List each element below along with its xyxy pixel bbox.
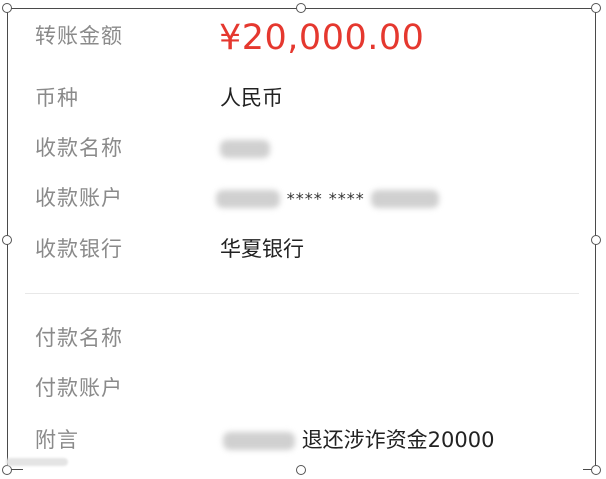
- resize-handle-top-middle[interactable]: [296, 3, 306, 13]
- resize-handle-middle-right[interactable]: [591, 235, 601, 245]
- payee-account-redacted-prefix: [216, 190, 280, 208]
- payee-account-masked: **** ****: [286, 189, 365, 208]
- transfer-details-panel: 转账金额 ¥20,000.00 币种 人民币 收款名称 收款账户 **** **…: [23, 9, 583, 470]
- payee-name-label: 收款名称: [35, 136, 123, 160]
- memo-row: 附言 退还涉诈资金20000: [23, 420, 583, 460]
- payee-account-label: 收款账户: [35, 186, 123, 210]
- section-divider: [25, 293, 579, 294]
- currency-row: 币种 人民币: [23, 78, 583, 118]
- payee-bank-label: 收款银行: [35, 237, 123, 261]
- memo-value: 退还涉诈资金20000: [301, 428, 495, 452]
- payee-account-value: **** ****: [216, 178, 440, 218]
- resize-handle-bottom-middle[interactable]: [296, 465, 306, 475]
- payee-name-value: [220, 128, 270, 168]
- payee-account-row: 收款账户 **** ****: [23, 178, 583, 218]
- screenshot-frame: 转账金额 ¥20,000.00 币种 人民币 收款名称 收款账户 **** **…: [7, 8, 596, 470]
- payee-name-redacted: [220, 140, 270, 158]
- memo-label: 附言: [35, 428, 79, 452]
- resize-handle-bottom-right[interactable]: [591, 465, 601, 475]
- currency-value: 人民币: [220, 86, 283, 110]
- memo-redacted: [223, 432, 295, 450]
- payer-name-label: 付款名称: [35, 326, 123, 350]
- amount-label: 转账金额: [35, 24, 123, 48]
- watermark-redacted: [6, 458, 68, 466]
- watermark: [6, 457, 68, 468]
- resize-handle-middle-left[interactable]: [2, 235, 12, 245]
- payer-account-row: 付款账户: [23, 368, 583, 408]
- payee-name-row: 收款名称: [23, 128, 583, 168]
- amount-row: 转账金额 ¥20,000.00: [23, 16, 583, 58]
- payer-account-label: 付款账户: [35, 376, 123, 400]
- resize-handle-top-right[interactable]: [591, 3, 601, 13]
- payee-bank-value: 华夏银行: [220, 237, 304, 261]
- memo-value-wrap: 退还涉诈资金20000: [223, 420, 495, 460]
- payee-account-redacted-suffix: [371, 190, 440, 208]
- resize-handle-top-left[interactable]: [2, 3, 12, 13]
- amount-value: ¥20,000.00: [219, 18, 425, 58]
- payee-bank-row: 收款银行 华夏银行: [23, 229, 583, 269]
- currency-label: 币种: [35, 86, 79, 110]
- payer-name-row: 付款名称: [23, 318, 583, 358]
